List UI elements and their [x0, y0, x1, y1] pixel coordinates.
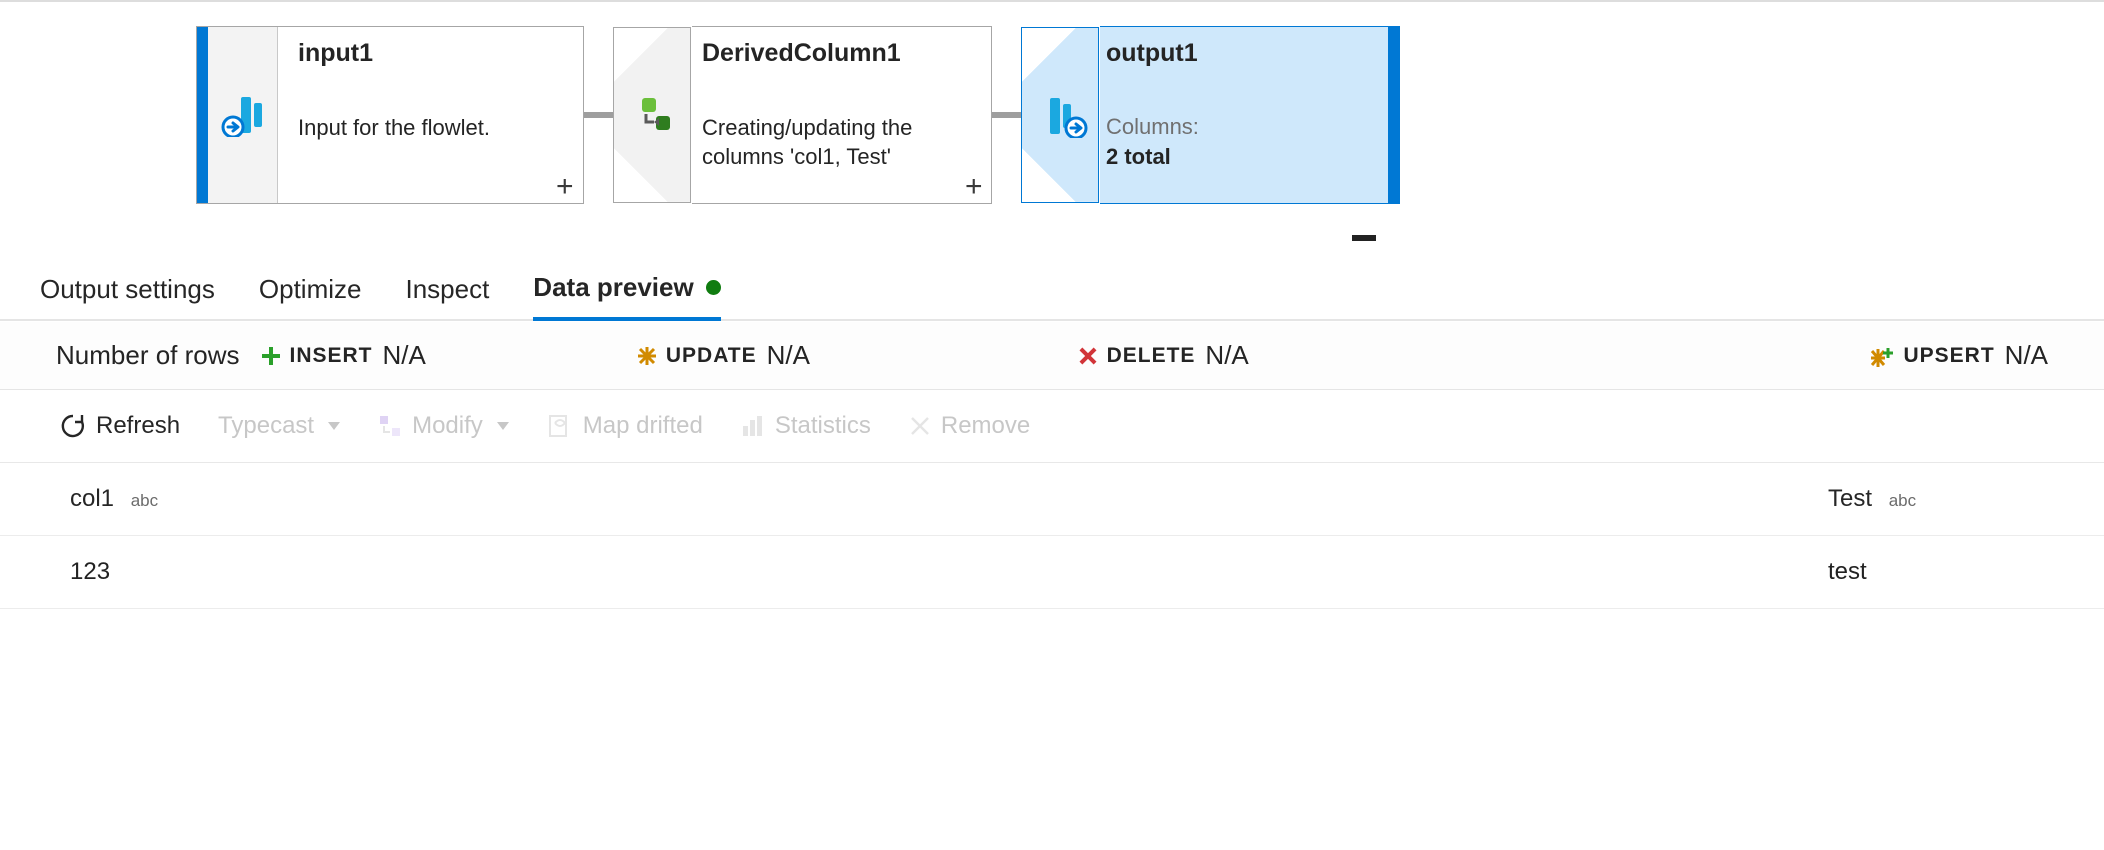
- add-step-button[interactable]: +: [556, 172, 574, 202]
- modify-button[interactable]: Modify: [378, 412, 509, 440]
- asterisk-plus-icon: [1871, 345, 1893, 367]
- column-name: Test: [1828, 485, 1872, 512]
- node-title: DerivedColumn1: [702, 39, 971, 68]
- flowlet-input-icon: [221, 93, 265, 137]
- node-title: input1: [298, 39, 563, 68]
- stat-key: INSERT: [290, 344, 373, 368]
- asterisk-icon: [638, 347, 656, 365]
- add-step-button[interactable]: +: [965, 172, 983, 202]
- row-counts-label: Number of rows: [56, 340, 240, 371]
- column-header-col1[interactable]: col1 abc: [0, 463, 1804, 536]
- node-icon-well: [208, 27, 278, 203]
- dataflow-canvas[interactable]: input1 Input for the flowlet. + DerivedC…: [0, 0, 2104, 240]
- data-preview-table: col1 abc Test abc 123 test: [0, 463, 2104, 609]
- node-content: output1 Columns: 2 total: [1100, 27, 1388, 203]
- stat-value: N/A: [767, 340, 810, 371]
- tab-optimize[interactable]: Optimize: [259, 274, 362, 319]
- stat-upsert: UPSERT N/A: [1871, 340, 2048, 371]
- row-counts-bar: Number of rows INSERT N/A UPDATE N/A DEL…: [0, 321, 2104, 390]
- button-label: Statistics: [775, 412, 871, 440]
- node-columns-value: 2 total: [1106, 144, 1368, 170]
- column-type: abc: [131, 491, 158, 510]
- node-columns-label: Columns:: [1106, 114, 1368, 140]
- node-output1[interactable]: output1 Columns: 2 total: [1100, 26, 1400, 204]
- results-tabs: Output settings Optimize Inspect Data pr…: [0, 240, 2104, 321]
- connector: [584, 112, 614, 118]
- typecast-button[interactable]: Typecast: [218, 412, 340, 440]
- tab-inspect[interactable]: Inspect: [405, 274, 489, 319]
- stat-key: UPDATE: [666, 344, 757, 368]
- stat-value: N/A: [1205, 340, 1248, 371]
- plus-icon: [262, 347, 280, 365]
- stat-update: UPDATE N/A: [638, 340, 810, 371]
- stat-insert: INSERT N/A: [262, 340, 426, 371]
- map-drifted-icon: [547, 413, 573, 439]
- preview-toolbar: Refresh Typecast Modify Map drifted Stat…: [0, 390, 2104, 463]
- node-title: output1: [1106, 39, 1368, 68]
- refresh-button[interactable]: Refresh: [60, 412, 180, 440]
- button-label: Modify: [412, 412, 483, 440]
- button-label: Map drifted: [583, 412, 703, 440]
- stat-value: N/A: [2005, 340, 2048, 371]
- cell-test: test: [1804, 536, 2104, 609]
- remove-button[interactable]: Remove: [909, 412, 1030, 440]
- stat-key: DELETE: [1107, 344, 1196, 368]
- stat-delete: DELETE N/A: [1079, 340, 1249, 371]
- button-label: Refresh: [96, 412, 180, 440]
- column-name: col1: [70, 485, 114, 512]
- x-icon: [1079, 347, 1097, 365]
- stat-key: UPSERT: [1903, 344, 1994, 368]
- button-label: Remove: [941, 412, 1030, 440]
- map-drifted-button[interactable]: Map drifted: [547, 412, 703, 440]
- node-description: Creating/updating the columns 'col1, Tes…: [702, 86, 971, 171]
- tab-output-settings[interactable]: Output settings: [40, 274, 215, 319]
- node-accent-bar: [1388, 27, 1399, 203]
- cell-col1: 123: [0, 536, 1804, 609]
- table-row[interactable]: 123 test: [0, 536, 2104, 609]
- node-derivedcolumn1[interactable]: DerivedColumn1 Creating/updating the col…: [692, 26, 992, 204]
- node-content: input1 Input for the flowlet.: [278, 27, 583, 203]
- connector: [992, 112, 1022, 118]
- tab-label: Data preview: [533, 272, 693, 303]
- resize-handle[interactable]: [1352, 235, 1376, 241]
- table-header-row: col1 abc Test abc: [0, 463, 2104, 536]
- remove-icon: [909, 415, 931, 437]
- node-accent-bar: [197, 27, 208, 203]
- flowlet-output-icon: [1044, 94, 1088, 138]
- statistics-icon: [741, 414, 765, 438]
- stat-value: N/A: [383, 340, 426, 371]
- node-derived-chevron[interactable]: [612, 26, 692, 204]
- node-description: Input for the flowlet.: [298, 86, 563, 143]
- tab-data-preview[interactable]: Data preview: [533, 272, 720, 321]
- node-output-chevron[interactable]: [1020, 26, 1100, 204]
- column-header-test[interactable]: Test abc: [1804, 463, 2104, 536]
- node-input1[interactable]: input1 Input for the flowlet.: [196, 26, 584, 204]
- status-dot-icon: [706, 280, 721, 295]
- statistics-button[interactable]: Statistics: [741, 412, 871, 440]
- data-preview-table-wrap: col1 abc Test abc 123 test: [0, 463, 2104, 609]
- node-content: DerivedColumn1 Creating/updating the col…: [692, 27, 991, 203]
- button-label: Typecast: [218, 412, 314, 440]
- derived-column-icon: [638, 96, 674, 132]
- column-type: abc: [1889, 491, 1916, 510]
- modify-icon: [378, 414, 402, 438]
- refresh-icon: [60, 413, 86, 439]
